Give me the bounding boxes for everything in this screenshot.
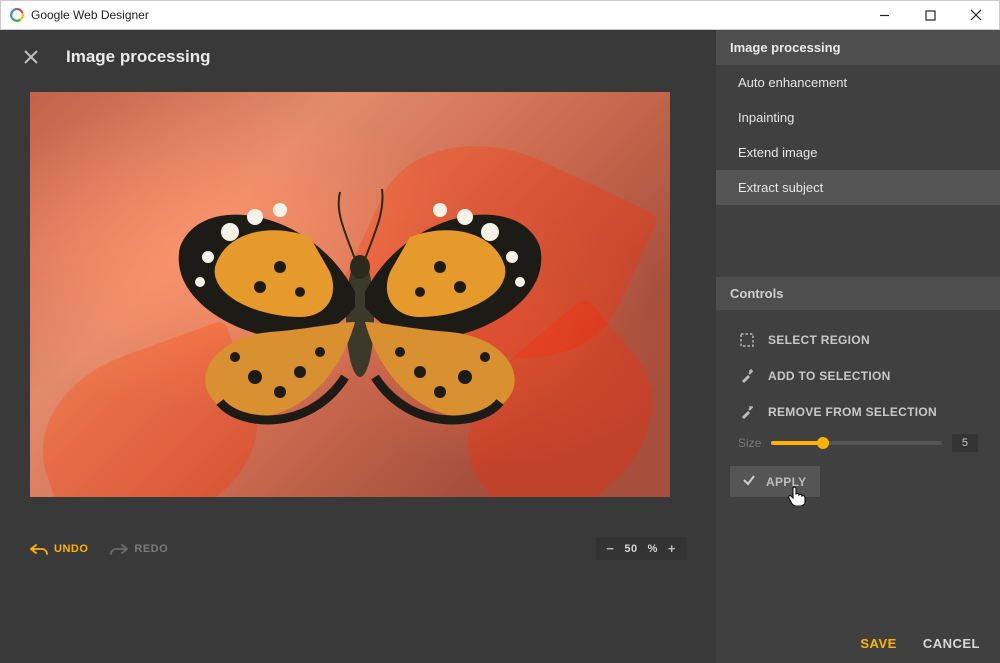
window-close-button[interactable]: [953, 1, 999, 29]
undo-button[interactable]: UNDO: [30, 543, 88, 555]
window-minimize-button[interactable]: [861, 1, 907, 29]
add-to-selection-label: ADD TO SELECTION: [768, 369, 891, 383]
window-maximize-button[interactable]: [907, 1, 953, 29]
mode-inpainting[interactable]: Inpainting: [716, 100, 1000, 135]
brush-plus-icon: [738, 367, 756, 385]
zoom-in-button[interactable]: +: [668, 541, 676, 556]
mode-list: Auto enhancement Inpainting Extend image…: [716, 65, 1000, 205]
redo-button[interactable]: REDO: [110, 543, 168, 555]
mode-label: Inpainting: [738, 110, 794, 125]
select-region-icon: [738, 331, 756, 349]
apply-button[interactable]: APPLY: [730, 466, 820, 497]
brush-size-value: 5: [952, 434, 978, 452]
zoom-suffix: %: [648, 543, 658, 555]
mode-label: Extend image: [738, 145, 818, 160]
brush-size-slider[interactable]: [771, 441, 942, 445]
controls-title: Controls: [716, 277, 1000, 310]
save-button[interactable]: SAVE: [860, 636, 896, 651]
close-dialog-button[interactable]: [18, 44, 44, 70]
cursor-pointer-icon: [788, 486, 806, 509]
mode-extend-image[interactable]: Extend image: [716, 135, 1000, 170]
window-titlebar: Google Web Designer: [0, 0, 1000, 30]
zoom-out-button[interactable]: −: [606, 541, 614, 556]
side-panel-title: Image processing: [716, 30, 1000, 65]
zoom-control[interactable]: − 50 % +: [596, 537, 686, 560]
brush-minus-icon: [738, 403, 756, 421]
remove-from-selection-button[interactable]: REMOVE FROM SELECTION: [716, 394, 1000, 430]
undo-label: UNDO: [54, 543, 88, 555]
mode-label: Extract subject: [738, 180, 823, 195]
mode-extract-subject[interactable]: Extract subject: [716, 170, 1000, 205]
check-icon: [742, 473, 756, 490]
redo-label: REDO: [134, 543, 168, 555]
image-canvas[interactable]: [30, 92, 686, 497]
size-label: Size: [738, 436, 761, 450]
app-icon: [9, 7, 25, 23]
cancel-button[interactable]: CANCEL: [923, 636, 980, 651]
mode-auto-enhancement[interactable]: Auto enhancement: [716, 65, 1000, 100]
window-title: Google Web Designer: [31, 8, 149, 22]
select-region-label: SELECT REGION: [768, 333, 870, 347]
mode-label: Auto enhancement: [738, 75, 847, 90]
zoom-value: 50: [624, 543, 637, 555]
page-title: Image processing: [66, 47, 211, 67]
add-to-selection-button[interactable]: ADD TO SELECTION: [716, 358, 1000, 394]
subject-butterfly: [160, 177, 560, 437]
select-region-button[interactable]: SELECT REGION: [716, 322, 1000, 358]
remove-from-selection-label: REMOVE FROM SELECTION: [768, 405, 937, 419]
